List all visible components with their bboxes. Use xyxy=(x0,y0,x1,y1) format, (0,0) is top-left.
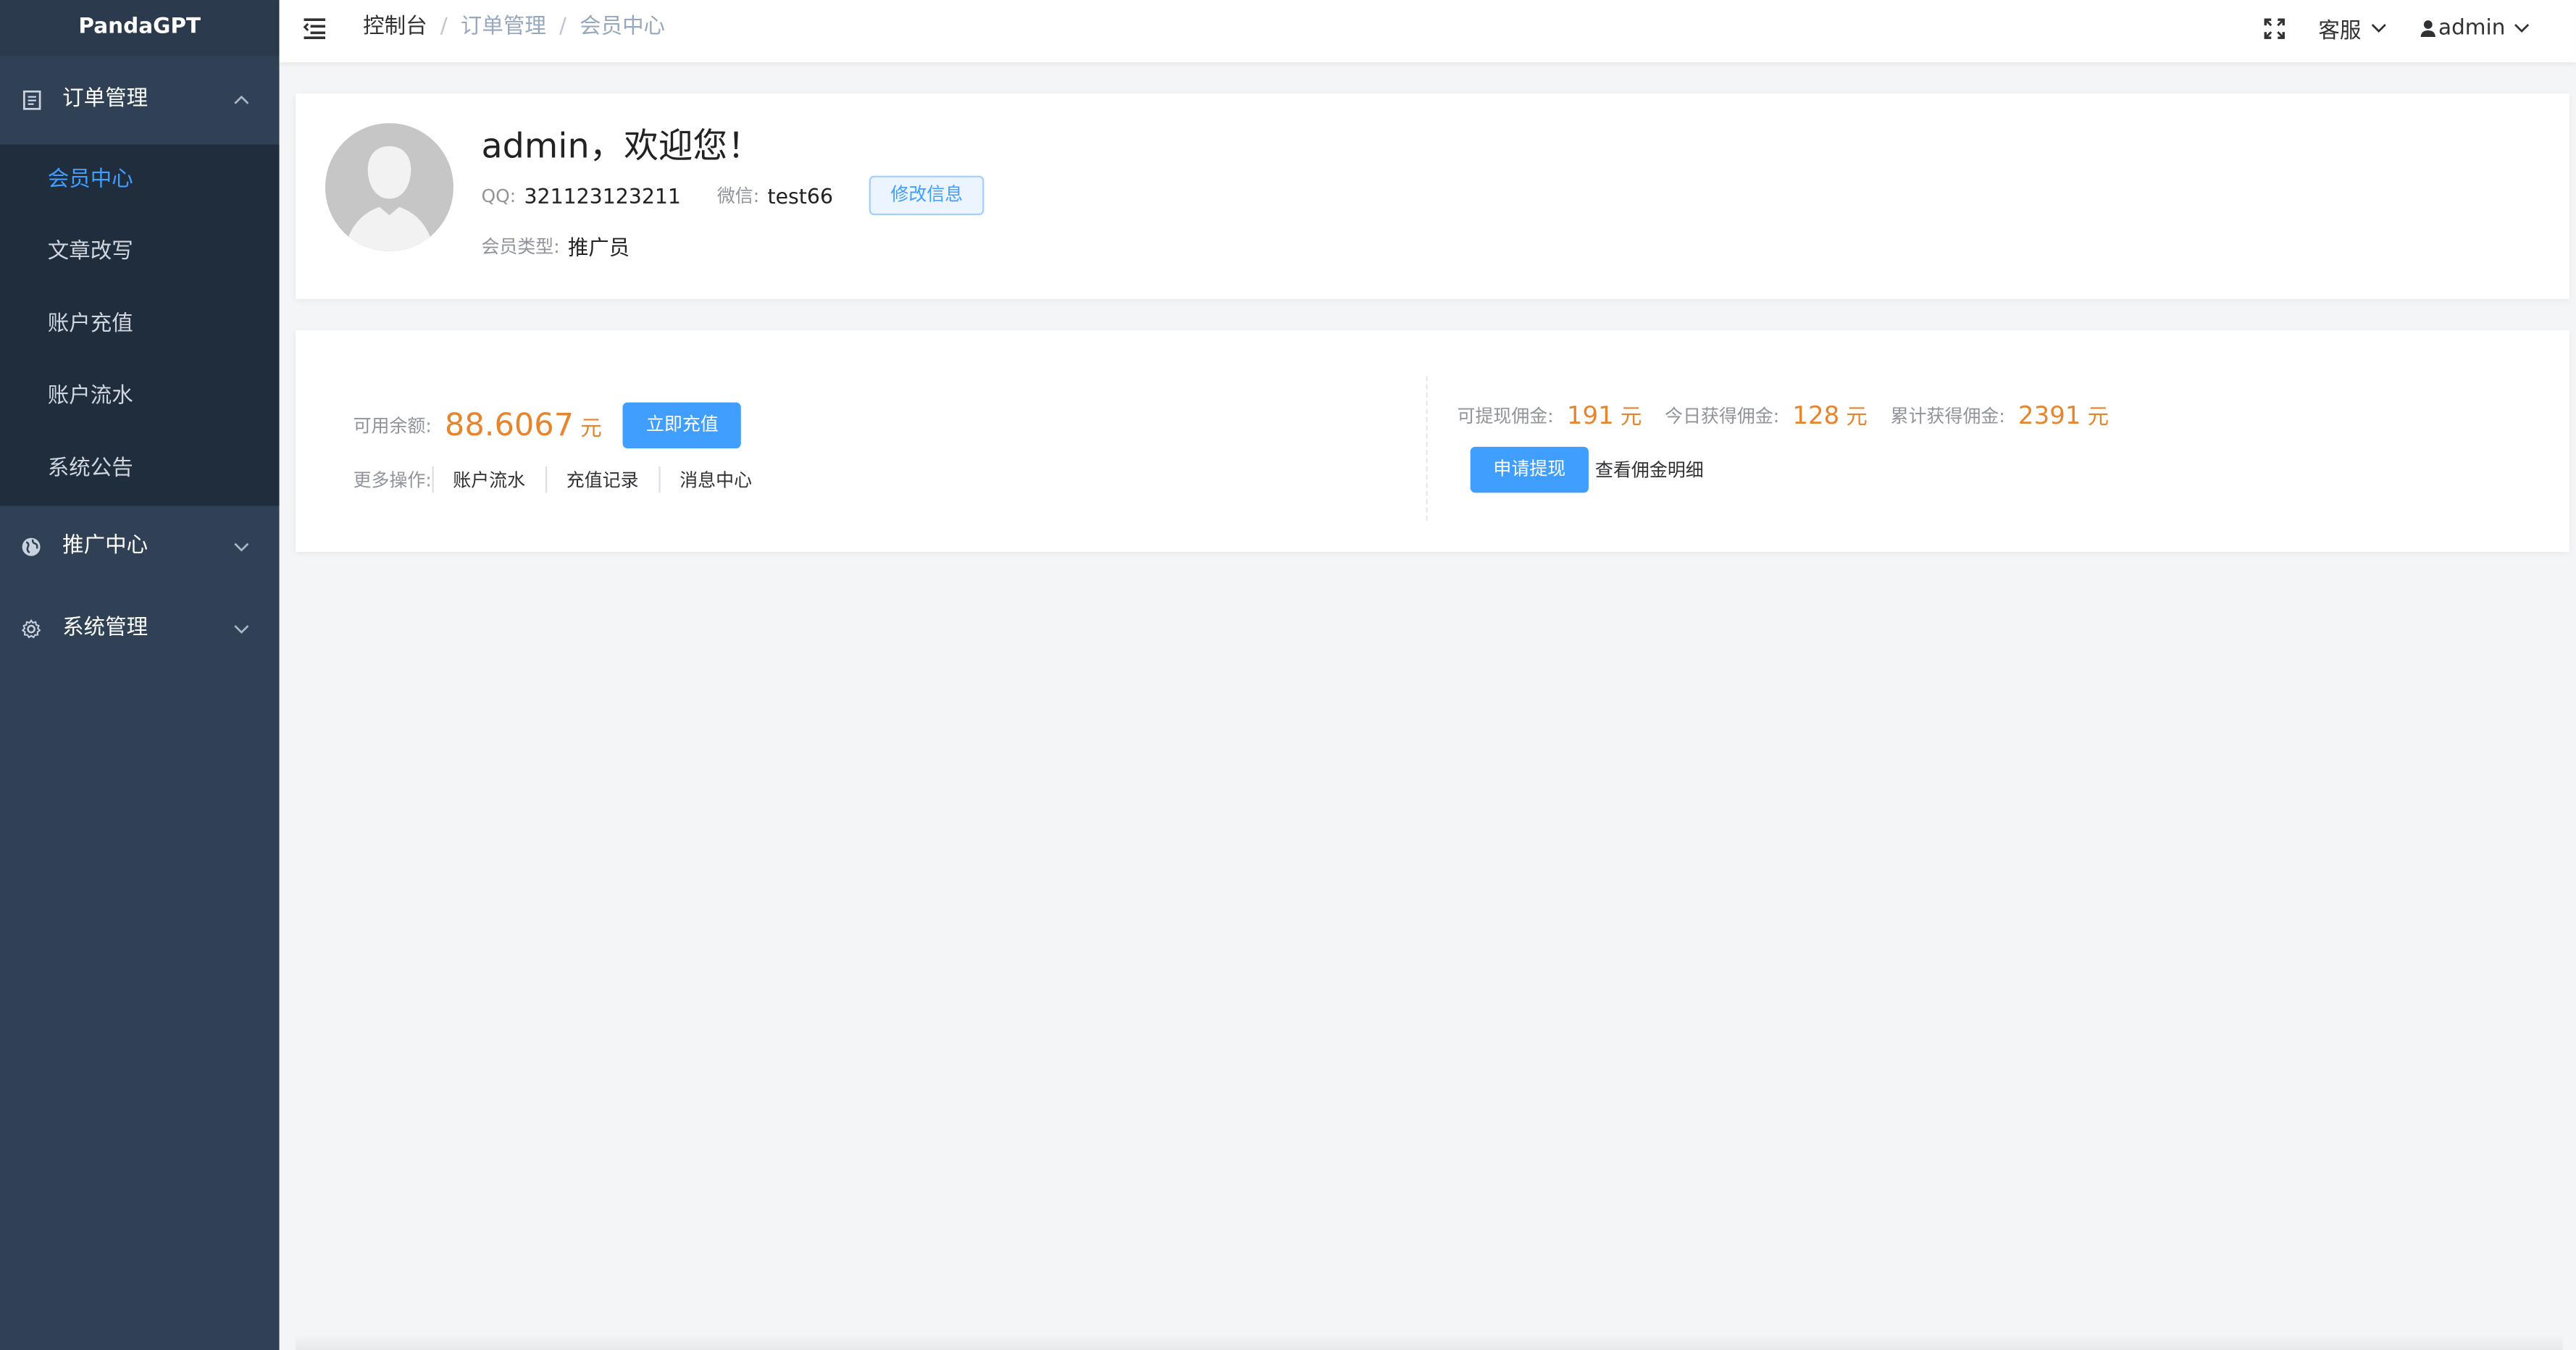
view-commission-detail-link[interactable]: 查看佣金明细 xyxy=(1595,456,1704,482)
user-icon xyxy=(2421,19,2436,36)
today-commission-label: 今日获得佣金: xyxy=(1665,405,1780,427)
fullscreen-icon[interactable] xyxy=(2265,17,2286,38)
commission-section: 可提现佣金: 191 元 今日获得佣金: 128 元 累计获得佣金: 2391 … xyxy=(1458,399,2109,493)
withdrawable-value: 191 xyxy=(1566,400,1614,430)
globe-icon xyxy=(20,506,43,587)
menu-title-label: 推广中心 xyxy=(62,534,149,559)
breadcrumb-separator: / xyxy=(440,14,448,40)
wallet-card: 可用余额: 88.6067 元 立即充值 更多操作: 账户流水 充值记录 消息中… xyxy=(296,330,2569,552)
commission-row: 可提现佣金: 191 元 今日获得佣金: 128 元 累计获得佣金: 2391 … xyxy=(1458,399,2109,430)
menu-title-label: 系统管理 xyxy=(62,616,149,641)
more-actions-label: 更多操作: xyxy=(353,469,432,492)
withdraw-row: 申请提现 查看佣金明细 xyxy=(1458,446,2109,493)
more-actions-row: 更多操作: 账户流水 充值记录 消息中心 xyxy=(353,466,772,493)
today-commission-value: 128 xyxy=(1792,400,1840,430)
user-name-label: admin xyxy=(2438,15,2506,41)
balance-label: 可用余额: xyxy=(353,415,432,437)
menu-group-orders: 订单管理 会员中心 文章改写 账户充值 账户流水 系统公告 xyxy=(0,56,280,506)
today-commission-unit: 元 xyxy=(1846,406,1868,431)
link-message-center[interactable]: 消息中心 xyxy=(658,466,771,493)
app-root: PandaGPT 订单管理 会员中心 文章改写 账户充值 账户流水 系统公告 推… xyxy=(0,0,2576,1350)
wechat-label: 微信: xyxy=(716,185,760,207)
main-content: 控制台 / 订单管理 / 会员中心 客服 admin admin，欢迎您！ QQ… xyxy=(279,0,2576,1350)
top-navbar: 控制台 / 订单管理 / 会员中心 客服 admin xyxy=(279,0,2576,63)
customer-service-dropdown[interactable]: 客服 xyxy=(2318,12,2387,43)
chevron-down-icon xyxy=(2514,24,2530,33)
chevron-down-icon xyxy=(2372,24,2387,33)
navbar-right: 客服 admin xyxy=(2231,0,2530,56)
total-commission-label: 累计获得佣金: xyxy=(1890,405,2005,427)
app-brand: PandaGPT xyxy=(0,0,280,56)
wechat-value: test66 xyxy=(767,183,834,208)
qq-label: QQ: xyxy=(481,185,517,206)
sidebar-item-article-rewrite[interactable]: 文章改写 xyxy=(0,217,280,289)
bottom-shadow xyxy=(296,1333,2563,1350)
chevron-up-icon xyxy=(233,56,250,144)
user-dropdown[interactable]: admin xyxy=(2420,16,2530,41)
total-commission-value: 2391 xyxy=(2017,400,2081,430)
member-type-label: 会员类型: xyxy=(481,235,560,257)
menu-title-promotion[interactable]: 推广中心 xyxy=(0,506,280,587)
menu-title-label: 订单管理 xyxy=(62,87,149,112)
menu-title-system[interactable]: 系统管理 xyxy=(0,588,280,670)
avatar xyxy=(325,123,453,251)
sidebar-item-system-notice[interactable]: 系统公告 xyxy=(0,434,280,506)
document-icon xyxy=(20,56,43,144)
chevron-down-icon xyxy=(233,506,250,587)
sidebar: PandaGPT 订单管理 会员中心 文章改写 账户充值 账户流水 系统公告 推… xyxy=(0,0,280,1350)
customer-service-label: 客服 xyxy=(2318,19,2362,44)
submenu-orders: 会员中心 文章改写 账户充值 账户流水 系统公告 xyxy=(0,144,280,506)
qq-value: 321123123211 xyxy=(524,183,681,208)
recharge-now-button[interactable]: 立即充值 xyxy=(623,402,742,449)
menu-group-promotion: 推广中心 xyxy=(0,506,280,587)
breadcrumb-item-dashboard[interactable]: 控制台 xyxy=(363,14,427,39)
total-commission-unit: 元 xyxy=(2087,406,2109,431)
menu-title-orders[interactable]: 订单管理 xyxy=(0,56,280,144)
link-recharge-records[interactable]: 充值记录 xyxy=(545,466,658,493)
chevron-down-icon xyxy=(233,588,250,670)
breadcrumb-item-current: 会员中心 xyxy=(580,14,666,40)
withdrawable-label: 可提现佣金: xyxy=(1457,405,1554,427)
balance-section: 可用余额: 88.6067 元 立即充值 更多操作: 账户流水 充值记录 消息中… xyxy=(353,402,772,493)
edit-info-button[interactable]: 修改信息 xyxy=(869,175,984,216)
welcome-heading: admin，欢迎您！ xyxy=(481,126,762,167)
link-account-flow[interactable]: 账户流水 xyxy=(431,466,545,493)
profile-card: admin，欢迎您！ QQ: 321123123211 微信: test66 修… xyxy=(296,93,2569,299)
balance-unit: 元 xyxy=(580,416,602,441)
hamburger-icon[interactable] xyxy=(302,14,332,44)
gear-icon xyxy=(20,588,43,670)
sidebar-item-account-flow[interactable]: 账户流水 xyxy=(0,361,280,434)
section-divider xyxy=(1426,376,1428,521)
menu-group-system: 系统管理 xyxy=(0,588,280,670)
contact-row: QQ: 321123123211 微信: test66 修改信息 xyxy=(481,175,984,216)
member-type-row: 会员类型: 推广员 xyxy=(481,230,630,261)
breadcrumb-item-orders[interactable]: 订单管理 xyxy=(461,14,546,39)
balance-row: 可用余额: 88.6067 元 立即充值 xyxy=(353,402,772,449)
sidebar-item-account-recharge[interactable]: 账户充值 xyxy=(0,289,280,361)
withdrawable-unit: 元 xyxy=(1620,406,1642,431)
balance-value: 88.6067 xyxy=(444,407,574,444)
breadcrumb: 控制台 / 订单管理 / 会员中心 xyxy=(363,0,665,56)
sidebar-item-member-center[interactable]: 会员中心 xyxy=(0,145,280,217)
breadcrumb-separator: / xyxy=(559,14,566,40)
apply-withdraw-button[interactable]: 申请提现 xyxy=(1470,446,1589,493)
member-type-value: 推广员 xyxy=(568,235,630,260)
